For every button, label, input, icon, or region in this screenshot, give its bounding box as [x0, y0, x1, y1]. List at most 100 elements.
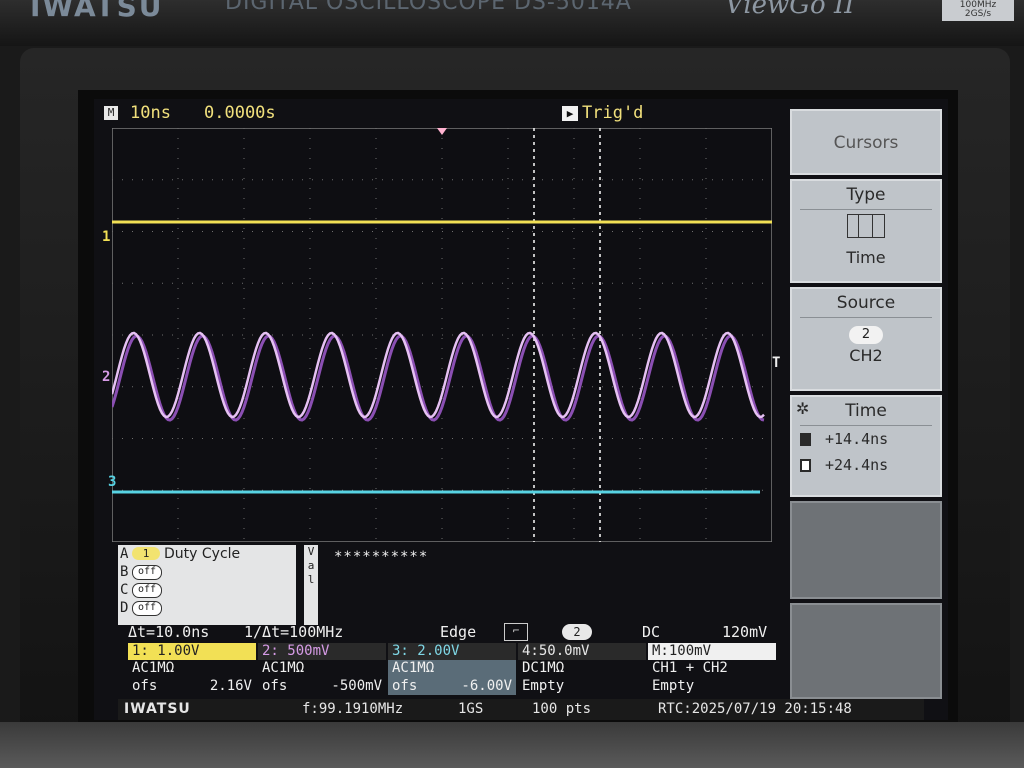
ch1-settings[interactable]: 1: 1.00V AC1MΩ ofs 2.16V	[128, 643, 256, 699]
menu-title-cursors: Cursors	[790, 109, 942, 175]
ch4-settings[interactable]: 4:50.0mV DC1MΩ Empty	[518, 643, 646, 699]
ch1-offset-label: ofs	[132, 678, 158, 694]
divider	[800, 209, 932, 210]
inverse-delta-t-readout: 1/Δt=100MHz	[244, 623, 344, 641]
ch1-offset-value: 2.16V	[209, 678, 252, 694]
cursor-1-readout: +14.4ns	[792, 430, 940, 448]
rising-edge-icon: ⌐	[504, 623, 528, 641]
delta-t-readout: Δt=10.0ns	[128, 623, 210, 641]
adjust-knob-icon: ✲	[796, 399, 810, 418]
measurement-slot: C	[120, 582, 129, 598]
cursor-adjust-softkey[interactable]: ✲ Time +14.4ns +24.4ns	[790, 395, 942, 497]
delay-readout: 0.0000s	[204, 103, 276, 123]
measurement-row[interactable]: B off	[118, 563, 296, 581]
math-settings[interactable]: M:100mV CH1 + CH2 Empty	[648, 643, 776, 699]
ch3-offset: ofs -6.00V	[388, 677, 516, 695]
cursor-1-value: +14.4ns	[825, 430, 889, 448]
ch4-status: Empty	[522, 678, 565, 694]
cursor-1-icon	[800, 433, 811, 446]
time-cursor-icon	[847, 214, 885, 238]
status-bar: M 10ns 0.0000s ▶ Trig'd	[94, 99, 794, 127]
measurement-value: **********	[334, 549, 429, 565]
measurement-off-badge: off	[132, 565, 162, 580]
ch2-offset: ofs -500mV	[258, 677, 386, 695]
trigger-coupling: DC	[642, 623, 661, 641]
cursor-2-readout: +24.4ns	[792, 456, 940, 474]
ch1-coupling: AC1MΩ	[132, 660, 175, 676]
waveform-graticule	[112, 128, 772, 542]
trigger-type: Edge	[440, 623, 477, 641]
sample-rate-label: 2GS/s	[964, 9, 992, 19]
measurement-slot: D	[120, 600, 129, 616]
type-softkey[interactable]: Type Time	[790, 179, 942, 283]
record-length: 100 pts	[532, 701, 592, 717]
ch1-scale: 1: 1.00V	[128, 643, 256, 660]
frequency-counter: f:99.1910MHz	[302, 701, 404, 717]
main-timebase-badge: M	[104, 106, 118, 120]
cursor-2-icon	[800, 459, 811, 472]
status-footer: IWATSU f:99.1910MHz 1GS 100 pts RTC:2025…	[118, 699, 924, 720]
menu-title: Cursors	[833, 133, 899, 153]
trigger-level: 120mV	[722, 623, 768, 641]
ch2-ground-marker: 2	[102, 369, 111, 385]
divider	[800, 425, 932, 426]
timebase-readout: 10ns	[130, 103, 171, 123]
trigger-status: Trig'd	[582, 103, 644, 123]
ch3-offset-label: ofs	[392, 678, 418, 694]
ch3-ground-marker: 3	[108, 474, 117, 490]
trigger-source-pill: 2	[562, 624, 592, 640]
ch2-offset-value: -500mV	[331, 678, 382, 694]
trigger-level-marker: T	[772, 355, 781, 371]
real-time-clock: RTC:2025/07/19 20:15:48	[658, 701, 852, 717]
cursor-2-value: +24.4ns	[825, 456, 889, 474]
measurement-row[interactable]: D off	[118, 599, 296, 617]
channel-settings-table: 1: 1.00V AC1MΩ ofs 2.16V 2: 500mV AC1MΩ o…	[128, 643, 778, 699]
softkey-menu: Cursors Type Time Source 2 CH2 ✲ Time +1…	[790, 105, 942, 699]
ch1-ground-marker: 1	[102, 229, 111, 245]
oscilloscope-screen: M 10ns 0.0000s ▶ Trig'd 1 2 3 T Cursors …	[94, 99, 948, 720]
brand-logo: IWATSU	[30, 0, 164, 23]
ch3-settings[interactable]: 3: 2.00V AC1MΩ ofs -6.00V	[388, 643, 516, 699]
run-stop-icon: ▶	[562, 106, 578, 121]
ch4-coupling: DC1MΩ	[522, 660, 565, 676]
sample-rate: 1GS	[458, 701, 484, 717]
type-label: Type	[846, 185, 886, 205]
source-value: CH2	[849, 346, 883, 365]
ch3-scale: 3: 2.00V	[388, 643, 516, 660]
ch2-settings[interactable]: 2: 500mV AC1MΩ ofs -500mV	[258, 643, 386, 699]
spec-badge: 100MHz 2GS/s	[942, 0, 1014, 21]
divider	[800, 317, 932, 318]
model-label: DIGITAL OSCILLOSCOPE DS-5014A	[225, 0, 632, 15]
ch3-coupling: AC1MΩ	[388, 660, 516, 677]
math-status: Empty	[652, 678, 695, 694]
measurement-off-badge: off	[132, 601, 162, 616]
device-top-panel: IWATSU DIGITAL OSCILLOSCOPE DS-5014A Vie…	[0, 0, 1024, 46]
device-bottom-panel	[0, 722, 1024, 768]
source-softkey[interactable]: Source 2 CH2	[790, 287, 942, 391]
measurement-slot: A	[120, 546, 129, 562]
type-value: Time	[846, 248, 886, 267]
measurement-off-badge: off	[132, 583, 162, 598]
source-label: Source	[836, 293, 896, 313]
source-channel-pill: 2	[849, 326, 883, 344]
measurement-source-badge: 1	[132, 547, 160, 560]
ch3-offset-value: -6.00V	[461, 678, 512, 694]
empty-softkey-5[interactable]	[790, 501, 942, 599]
measurement-panel: A 1 Duty Cycle B off C off D off	[118, 545, 296, 625]
measurement-row[interactable]: A 1 Duty Cycle	[118, 545, 296, 563]
math-scale: M:100mV	[648, 643, 776, 660]
measurement-row[interactable]: C off	[118, 581, 296, 599]
math-function: CH1 + CH2	[652, 660, 728, 676]
empty-softkey-6[interactable]	[790, 603, 942, 699]
ch2-scale: 2: 500mV	[258, 643, 386, 660]
measurement-slot: B	[120, 564, 129, 580]
ch4-scale: 4:50.0mV	[518, 643, 646, 660]
ch2-coupling: AC1MΩ	[262, 660, 305, 676]
measurement-label: Duty Cycle	[164, 546, 241, 562]
ch2-offset-label: ofs	[262, 678, 288, 694]
footer-brand: IWATSU	[124, 701, 191, 717]
series-logo: ViewGo II	[725, 0, 855, 20]
value-tag: V a l	[304, 545, 318, 625]
cursor-mode-label: Time	[845, 401, 887, 421]
ch1-offset: ofs 2.16V	[128, 677, 256, 695]
